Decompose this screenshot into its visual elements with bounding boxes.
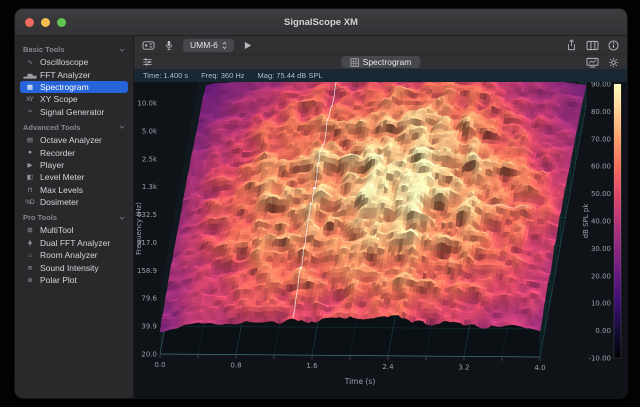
sidebar-item-label: Oscilloscope [40,57,88,67]
main-panel: UMM-6 Spectrogram [134,36,627,398]
input-device-icon[interactable] [142,40,155,51]
chevron-down-icon [119,48,125,52]
sidebar-section-header-pro-tools[interactable]: Pro Tools [20,208,128,224]
play-button[interactable] [243,41,252,50]
view-toolbar: Spectrogram [134,54,627,69]
minimize-button[interactable] [41,18,50,27]
sidebar-item-label: Octave Analyzer [40,135,102,145]
chevron-down-icon [119,216,125,220]
sidebar: Basic Tools∿Oscilloscope▂▅▃FFT Analyzer▦… [15,36,134,398]
sidebar-item-polar-plot[interactable]: ⊛ Polar Plot [20,274,128,286]
settings-button[interactable] [608,57,619,68]
sidebar-item-level-meter[interactable]: ▮▯ Level Meter [20,171,128,183]
desktop: SignalScope XM Basic Tools∿Oscilloscope▂… [0,0,640,407]
sidebar-item-dosimeter[interactable]: %D Dosimeter [20,196,128,208]
fft-analyzer-icon: ▂▅▃ [23,71,36,79]
sidebar-item-label: Polar Plot [40,275,77,285]
octave-analyzer-icon: ▤ [23,136,36,144]
sidebar-item-label: Level Meter [40,172,84,182]
tab-spectrogram[interactable]: Spectrogram [341,56,421,68]
sidebar-item-label: XY Scope [40,94,78,104]
spectrogram-icon: ▦ [23,83,36,91]
sidebar-item-label: Dual FFT Analyzer [40,238,110,248]
window-title: SignalScope XM [15,17,627,28]
spectrogram-3d-plot[interactable] [134,82,624,398]
display-options-button[interactable] [586,57,599,68]
sidebar-section-title: Pro Tools [23,213,57,222]
sidebar-item-room-analyzer[interactable]: ⌂ Room Analyzer [20,249,128,261]
sidebar-item-label: Signal Generator [40,107,104,117]
sidebar-item-multitool[interactable]: ⊞ MultiTool [20,224,128,236]
cursor-readout-bar: Time: 1.400 s Freq: 360 Hz Mag: 75.44 dB… [134,69,627,82]
sidebar-item-fft-analyzer[interactable]: ▂▅▃ FFT Analyzer [20,68,128,80]
sidebar-item-label: MultiTool [40,225,74,235]
sidebar-section-header-basic-tools[interactable]: Basic Tools [20,40,128,56]
sidebar-item-signal-generator[interactable]: ≈ Signal Generator [20,106,128,118]
titlebar[interactable]: SignalScope XM [15,9,627,36]
level-meter-icon: ▮▯ [23,173,36,181]
chevron-updown-icon [222,41,227,50]
sidebar-item-xy-scope[interactable]: XY XY Scope [20,93,128,105]
cursor-mag-readout: Mag: 75.44 dB SPL [258,71,323,80]
tab-label: Spectrogram [363,57,412,67]
dual-fft-icon: ⋕ [23,239,36,247]
sidebar-section-title: Basic Tools [23,45,65,54]
spectrogram-tab-icon [350,58,359,67]
sidebar-item-octave-analyzer[interactable]: ▤ Octave Analyzer [20,134,128,146]
app-window: SignalScope XM Basic Tools∿Oscilloscope▂… [14,8,628,399]
plot-area [134,82,627,398]
room-analyzer-icon: ⌂ [23,252,36,259]
main-toolbar: UMM-6 [134,36,627,54]
sidebar-item-label: Recorder [40,148,75,158]
sidebar-item-recorder[interactable]: ● Recorder [20,146,128,158]
sidebar-item-player[interactable]: ▶ Player [20,159,128,171]
polar-plot-icon: ⊛ [23,276,36,284]
sidebar-item-label: Spectrogram [40,82,89,92]
oscilloscope-icon: ∿ [23,58,36,66]
sidebar-section-title: Advanced Tools [23,123,80,132]
traffic-lights [25,18,66,27]
cursor-time-readout: Time: 1.400 s [143,71,188,80]
sliders-button[interactable] [142,57,153,67]
sidebar-item-label: Room Analyzer [40,250,98,260]
dosimeter-icon: %D [23,199,36,206]
sidebar-section-header-advanced-tools[interactable]: Advanced Tools [20,118,128,134]
xy-scope-icon: XY [23,96,36,103]
sidebar-item-label: FFT Analyzer [40,70,90,80]
sidebar-item-sound-intensity[interactable]: ≋ Sound Intensity [20,261,128,273]
sidebar-item-spectrogram[interactable]: ▦ Spectrogram [20,81,128,93]
layout-button[interactable] [586,40,599,51]
sidebar-item-label: Player [40,160,64,170]
sidebar-item-label: Sound Intensity [40,263,99,273]
sidebar-item-label: Dosimeter [40,197,79,207]
sidebar-item-dual-fft-analyzer[interactable]: ⋕ Dual FFT Analyzer [20,237,128,249]
max-levels-icon: ⊓ [23,186,36,194]
signal-generator-icon: ≈ [23,108,36,115]
microphone-icon[interactable] [164,40,174,51]
sidebar-item-max-levels[interactable]: ⊓ Max Levels [20,184,128,196]
sound-intensity-icon: ≋ [23,264,36,272]
share-button[interactable] [566,39,577,51]
player-icon: ▶ [23,161,36,169]
info-button[interactable] [608,40,619,51]
sidebar-item-oscilloscope[interactable]: ∿ Oscilloscope [20,56,128,68]
sidebar-item-label: Max Levels [40,185,83,195]
zoom-button[interactable] [57,18,66,27]
multitool-icon: ⊞ [23,226,36,234]
input-select-button[interactable]: UMM-6 [183,39,234,52]
cursor-freq-readout: Freq: 360 Hz [201,71,244,80]
input-device-label: UMM-6 [190,40,218,50]
recorder-icon: ● [23,149,36,156]
close-button[interactable] [25,18,34,27]
chevron-down-icon [119,125,125,129]
